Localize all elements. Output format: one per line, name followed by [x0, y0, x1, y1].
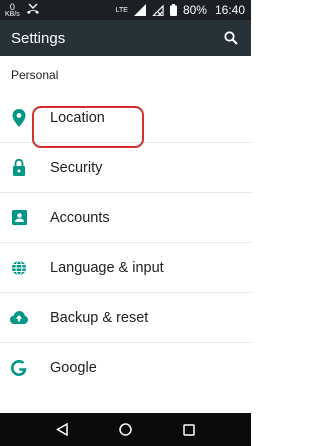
- signal-icon: [133, 4, 146, 16]
- page-title: Settings: [11, 29, 66, 47]
- no-sim-icon: [152, 4, 164, 16]
- network-type-label: LTE: [115, 6, 128, 14]
- settings-item-label: Security: [50, 159, 103, 176]
- settings-item-language-input[interactable]: Language & input: [0, 243, 251, 293]
- settings-item-backup-reset[interactable]: Backup & reset: [0, 293, 251, 343]
- recents-icon[interactable]: [178, 419, 200, 441]
- search-icon[interactable]: [221, 28, 241, 48]
- google-icon: [10, 359, 28, 377]
- status-left: 0 KB/s: [5, 2, 40, 18]
- status-right: LTE 80% 16:40: [116, 3, 245, 17]
- battery-icon: [169, 4, 177, 16]
- settings-item-accounts[interactable]: Accounts: [0, 193, 251, 243]
- settings-item-label: Language & input: [50, 259, 164, 276]
- net-speed-unit: KB/s: [5, 10, 20, 18]
- settings-item-location[interactable]: Location: [0, 93, 251, 143]
- settings-item-label: Location: [50, 109, 105, 126]
- app-bar: Settings: [0, 20, 251, 56]
- settings-item-label: Google: [50, 360, 97, 376]
- clock: 16:40: [214, 3, 245, 17]
- settings-item-label: Accounts: [50, 209, 110, 226]
- status-bar: 0 KB/s LTE 80% 16:40: [0, 0, 251, 20]
- settings-item-label: Backup & reset: [50, 309, 149, 326]
- settings-item-google[interactable]: Google: [0, 343, 251, 393]
- home-icon[interactable]: [114, 419, 136, 441]
- battery-percent: 80%: [182, 3, 207, 17]
- net-speed-indicator: 0 KB/s: [5, 2, 20, 18]
- lock-icon: [10, 159, 28, 177]
- location-icon: [10, 108, 28, 127]
- globe-icon: [10, 259, 28, 277]
- nav-bar: [0, 413, 251, 446]
- section-header-personal: Personal: [11, 68, 59, 82]
- missed-call-icon: [26, 3, 40, 18]
- settings-list: Location Security Accounts Language & in…: [0, 93, 251, 393]
- settings-item-security[interactable]: Security: [0, 143, 251, 193]
- account-box-icon: [10, 209, 28, 227]
- cloud-upload-icon: [10, 309, 28, 327]
- back-icon[interactable]: [51, 419, 73, 441]
